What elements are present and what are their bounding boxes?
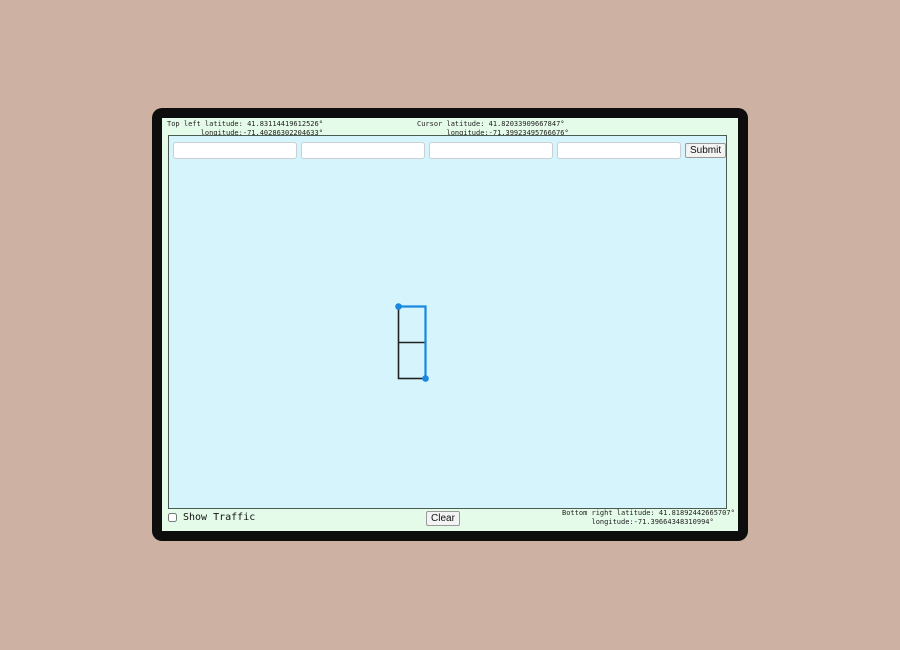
show-traffic-checkbox[interactable] bbox=[168, 513, 177, 522]
route-end-point-icon[interactable] bbox=[422, 375, 429, 382]
show-traffic-label: Show Traffic bbox=[183, 512, 256, 523]
drawn-shape bbox=[395, 303, 429, 382]
clear-button[interactable]: Clear bbox=[426, 511, 460, 526]
device-frame: Top left latitude: 41.83114419612526° lo… bbox=[152, 108, 748, 541]
bottom-right-coordinates: Bottom right latitude: 41.81892442665707… bbox=[562, 509, 735, 526]
map-canvas[interactable]: Submit bbox=[168, 135, 727, 509]
traffic-toggle[interactable]: Show Traffic bbox=[168, 512, 255, 523]
app-screen: Top left latitude: 41.83114419612526° lo… bbox=[162, 118, 738, 531]
route-start-point-icon[interactable] bbox=[395, 303, 402, 310]
